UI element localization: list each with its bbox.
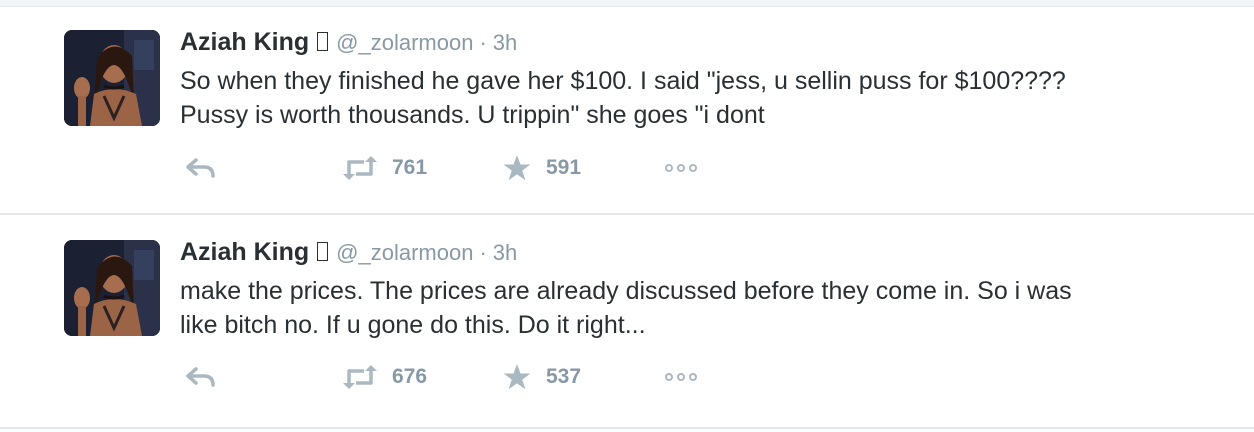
tweet-text: make the prices. The prices are already … xyxy=(180,274,1194,342)
reply-button[interactable] xyxy=(184,148,218,188)
favorite-button[interactable]: 591 xyxy=(502,148,581,188)
separator-dot: · xyxy=(479,240,487,265)
avatar[interactable] xyxy=(64,30,160,126)
more-button[interactable] xyxy=(663,148,703,188)
tweet[interactable]: Aziah King @_zolarmoon · 3h make the pri… xyxy=(0,215,1254,429)
emoji-placeholder-icon xyxy=(317,32,329,51)
star-icon xyxy=(503,155,531,181)
username[interactable]: @_zolarmoon xyxy=(336,30,473,56)
fullname[interactable]: Aziah King xyxy=(180,28,309,57)
separator-dot: · xyxy=(479,30,487,55)
retweet-button[interactable]: 676 xyxy=(342,357,427,397)
avatar[interactable] xyxy=(64,240,160,336)
tweet-header: Aziah King @_zolarmoon · 3h xyxy=(180,28,1194,62)
tweet-text-line: Pussy is worth thousands. U trippin" she… xyxy=(180,101,765,129)
timeline: Aziah King @_zolarmoon · 3h So when they… xyxy=(0,0,1254,432)
reply-icon xyxy=(186,367,215,387)
retweet-button[interactable]: 761 xyxy=(342,148,427,188)
tweet-text: So when they finished he gave her $100. … xyxy=(180,64,1194,132)
retweet-count: 761 xyxy=(392,156,428,179)
favorite-button[interactable]: 537 xyxy=(502,357,581,397)
retweet-icon xyxy=(343,156,377,180)
username[interactable]: @_zolarmoon xyxy=(336,240,473,266)
more-dots-icon xyxy=(665,164,697,172)
reply-button[interactable] xyxy=(184,357,218,397)
more-dots-icon xyxy=(665,373,697,381)
star-icon xyxy=(503,364,531,390)
timestamp[interactable]: 3h xyxy=(493,240,517,266)
tweet[interactable]: Aziah King @_zolarmoon · 3h So when they… xyxy=(0,7,1254,215)
fullname[interactable]: Aziah King xyxy=(180,238,309,267)
tweet-text-line: make the prices. The prices are already … xyxy=(180,277,1072,305)
tweet-header: Aziah King @_zolarmoon · 3h xyxy=(180,238,1194,272)
top-divider xyxy=(0,0,1254,7)
retweet-count: 676 xyxy=(392,365,428,388)
tweet-actions: 761 591 xyxy=(180,148,780,188)
reply-icon xyxy=(186,158,215,178)
tweet-content: Aziah King @_zolarmoon · 3h make the pri… xyxy=(180,238,1194,342)
retweet-icon xyxy=(343,365,377,389)
tweet-content: Aziah King @_zolarmoon · 3h So when they… xyxy=(180,28,1194,132)
tweet-text-line: So when they finished he gave her $100. … xyxy=(180,67,1066,95)
tweet-actions: 676 537 xyxy=(180,357,780,397)
timestamp[interactable]: 3h xyxy=(493,30,517,56)
emoji-placeholder-icon xyxy=(317,242,329,261)
favorite-count: 591 xyxy=(546,156,582,179)
favorite-count: 537 xyxy=(546,365,582,388)
tweet-text-line: like bitch no. If u gone do this. Do it … xyxy=(180,311,646,339)
more-button[interactable] xyxy=(663,357,703,397)
